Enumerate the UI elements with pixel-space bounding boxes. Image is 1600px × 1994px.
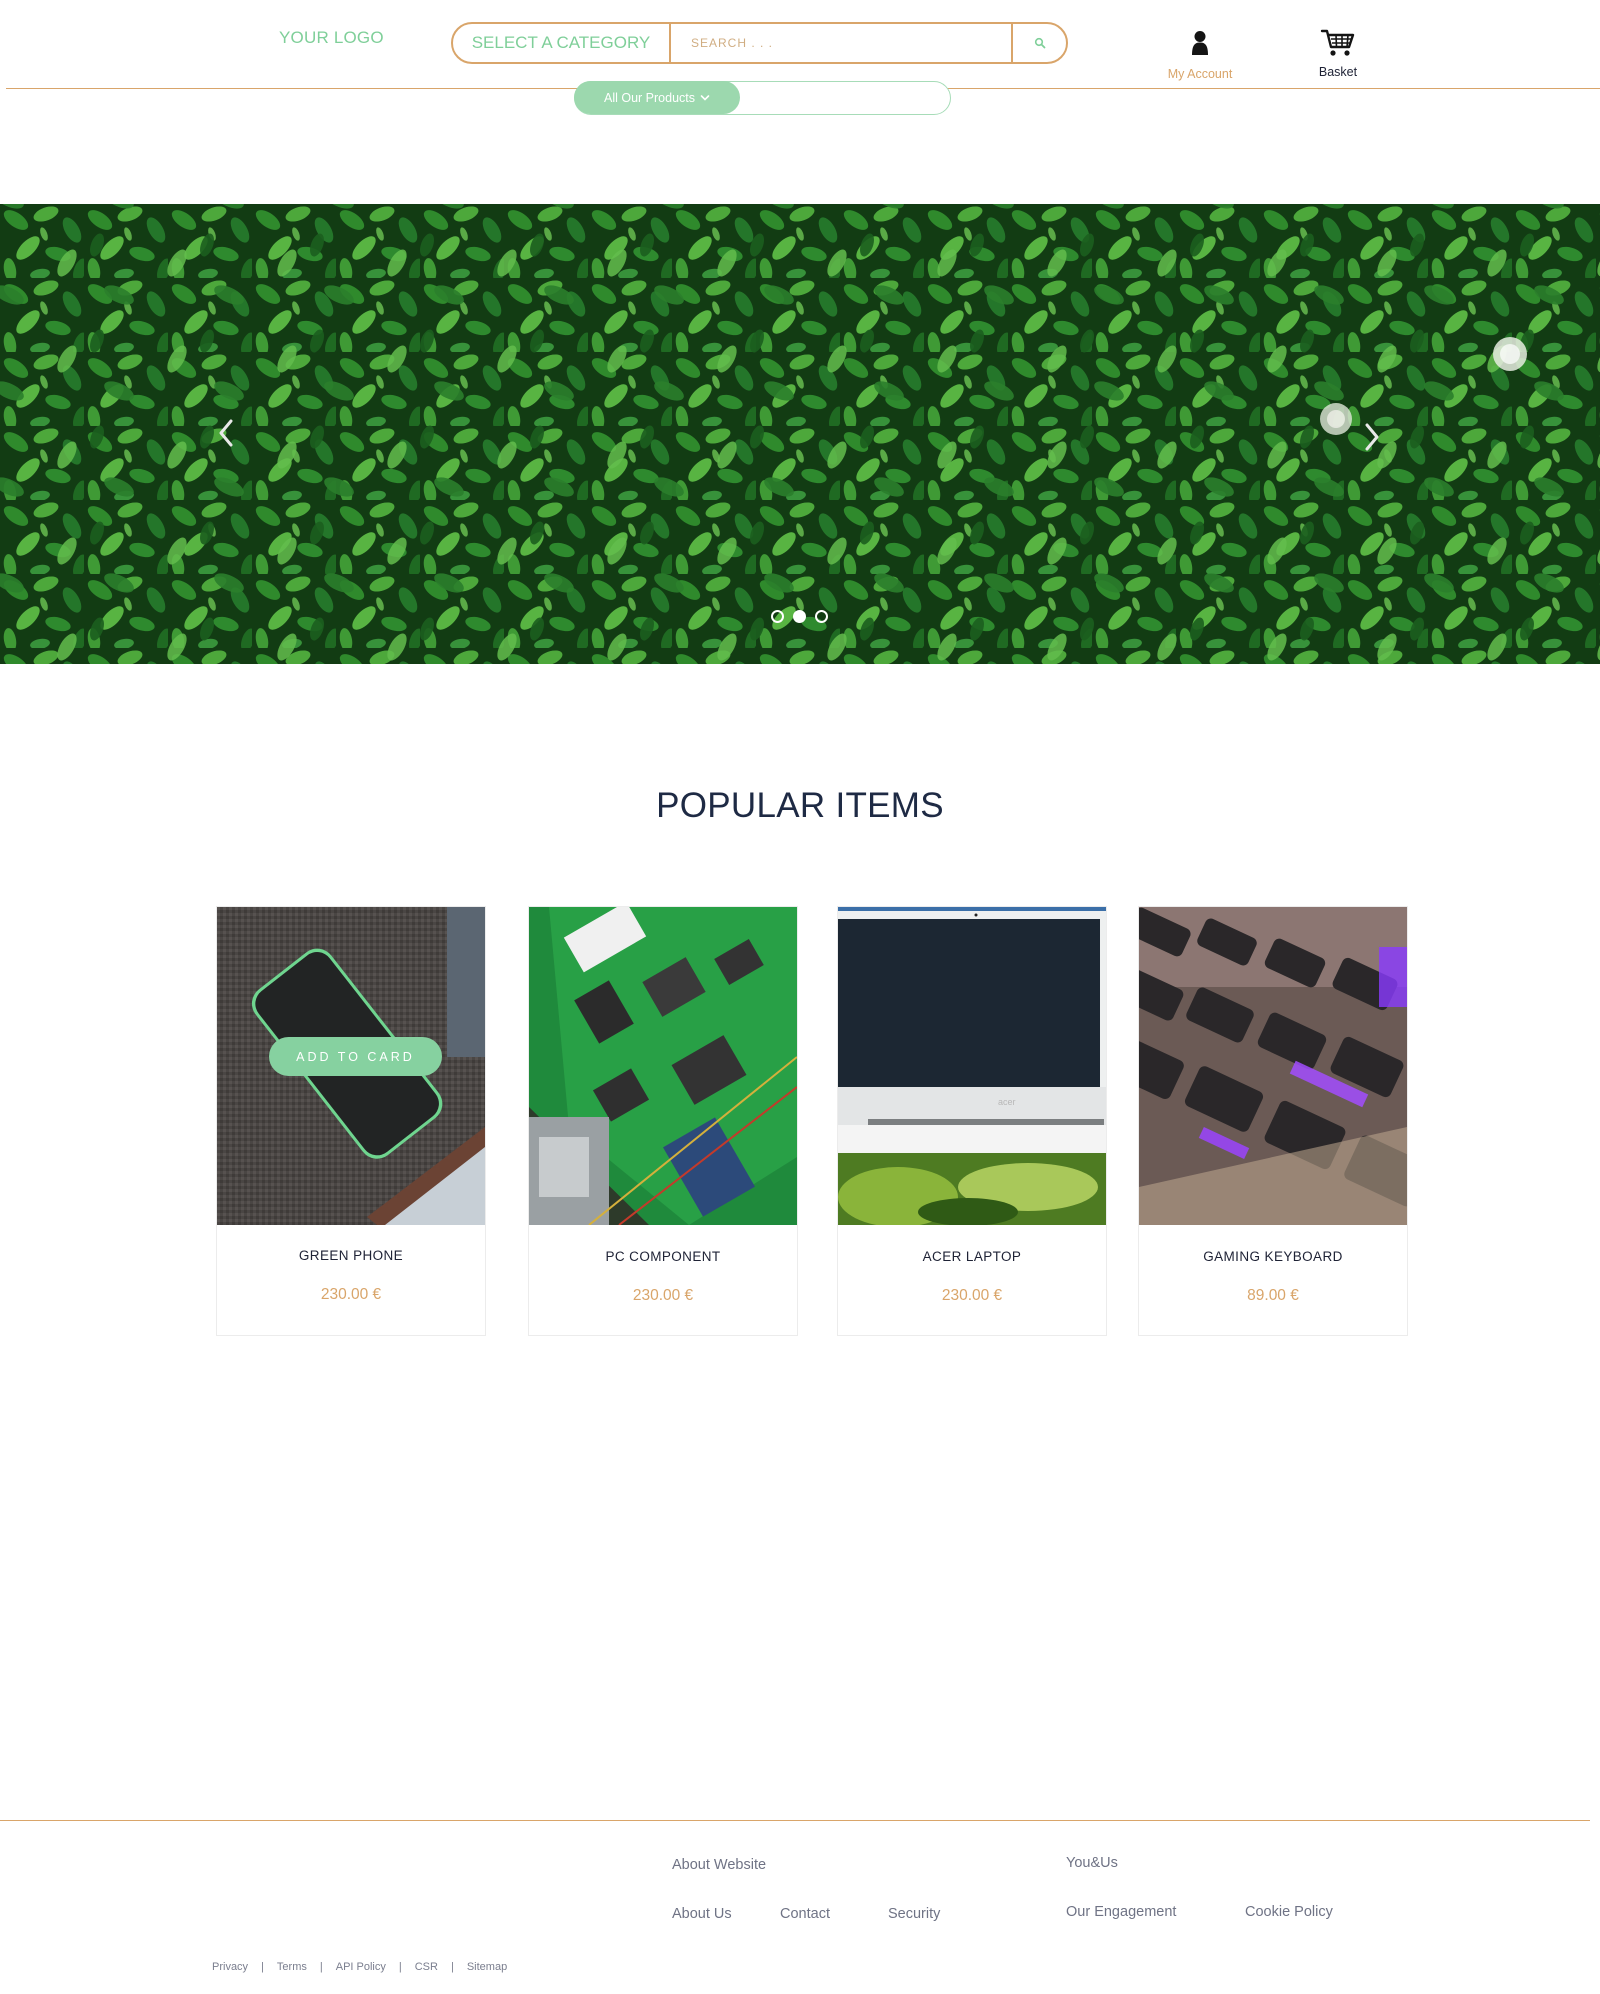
- footer-about-website[interactable]: About Website: [672, 1857, 766, 1873]
- carousel-prev-button[interactable]: [211, 410, 241, 456]
- footer-cookie-policy[interactable]: Cookie Policy: [1245, 1904, 1333, 1920]
- footer-about-us[interactable]: About Us: [672, 1906, 732, 1922]
- product-price: 89.00 €: [1247, 1287, 1299, 1304]
- product-price: 230.00 €: [632, 1287, 694, 1304]
- category-select[interactable]: SELECT A CATEGORY: [453, 24, 671, 62]
- product-image: ADD TO CARD: [217, 907, 485, 1225]
- footer-contact[interactable]: Contact: [780, 1906, 830, 1922]
- carousel-indicators: [771, 610, 828, 623]
- acer-laptop-image: acer: [838, 907, 1106, 1225]
- site-logo[interactable]: YOUR LOGO: [279, 28, 384, 48]
- pc-component-image: [529, 907, 797, 1225]
- search-button[interactable]: [1011, 24, 1066, 62]
- product-image: [529, 907, 797, 1225]
- search-input[interactable]: [671, 24, 1011, 62]
- footer-security[interactable]: Security: [888, 1906, 940, 1922]
- hero-carousel: [0, 204, 1600, 664]
- carousel-dot-1[interactable]: [771, 610, 784, 623]
- product-name: GAMING KEYBOARD: [1203, 1249, 1343, 1264]
- product-price: 230.00 €: [320, 1286, 382, 1303]
- products-nav: All Our Products: [574, 81, 951, 115]
- footer-csr[interactable]: CSR: [415, 1961, 438, 1973]
- product-image: [1139, 907, 1407, 1225]
- gaming-keyboard-image: [1139, 907, 1407, 1225]
- footer-divider: [0, 1820, 1590, 1821]
- all-products-label: All Our Products: [603, 90, 695, 105]
- separator: |: [398, 1961, 402, 1973]
- separator: |: [450, 1961, 454, 1973]
- popular-items-title: POPULAR ITEMS: [656, 786, 944, 825]
- product-image: acer: [838, 907, 1106, 1225]
- basket-label: Basket: [1318, 65, 1358, 79]
- separator: |: [319, 1961, 323, 1973]
- svg-text:acer: acer: [998, 1097, 1016, 1107]
- product-card[interactable]: ADD TO CARD GREEN PHONE 230.00 €: [216, 906, 486, 1336]
- footer-terms[interactable]: Terms: [277, 1961, 307, 1973]
- add-to-cart-button[interactable]: ADD TO CARD: [269, 1037, 442, 1076]
- cart-icon: [1320, 29, 1355, 56]
- chevron-down-icon: [700, 94, 710, 101]
- product-name: ACER LAPTOP: [922, 1249, 1022, 1264]
- chevron-left-icon: [219, 419, 233, 447]
- all-products-button[interactable]: All Our Products: [574, 81, 740, 114]
- product-price: 230.00 €: [941, 1287, 1003, 1304]
- product-name: GREEN PHONE: [298, 1248, 404, 1263]
- carousel-dot-3[interactable]: [815, 610, 828, 623]
- basket-link[interactable]: Basket: [1300, 28, 1376, 79]
- chevron-right-icon: [1365, 423, 1379, 451]
- search-bar: SELECT A CATEGORY: [451, 22, 1068, 64]
- footer-legal-links: Privacy | Terms | API Policy | CSR | Sit…: [212, 1961, 507, 1973]
- separator: |: [261, 1961, 264, 1973]
- footer-privacy[interactable]: Privacy: [212, 1961, 248, 1973]
- footer-sitemap[interactable]: Sitemap: [467, 1961, 507, 1973]
- carousel-dot-2[interactable]: [793, 610, 806, 623]
- footer-api-policy[interactable]: API Policy: [336, 1961, 386, 1973]
- my-account-link[interactable]: My Account: [1157, 30, 1243, 81]
- product-card[interactable]: PC COMPONENT 230.00 €: [528, 906, 798, 1336]
- footer-our-engagement[interactable]: Our Engagement: [1066, 1904, 1176, 1920]
- search-icon: [1034, 37, 1045, 49]
- product-card[interactable]: GAMING KEYBOARD 89.00 €: [1138, 906, 1408, 1336]
- user-icon: [1192, 31, 1208, 55]
- footer-you-and-us[interactable]: You&Us: [1066, 1855, 1118, 1871]
- my-account-label: My Account: [1167, 67, 1233, 81]
- carousel-next-button[interactable]: [1357, 414, 1387, 460]
- product-name: PC COMPONENT: [605, 1249, 721, 1264]
- product-card[interactable]: acer ACER LAPTOP 230.00 €: [837, 906, 1107, 1336]
